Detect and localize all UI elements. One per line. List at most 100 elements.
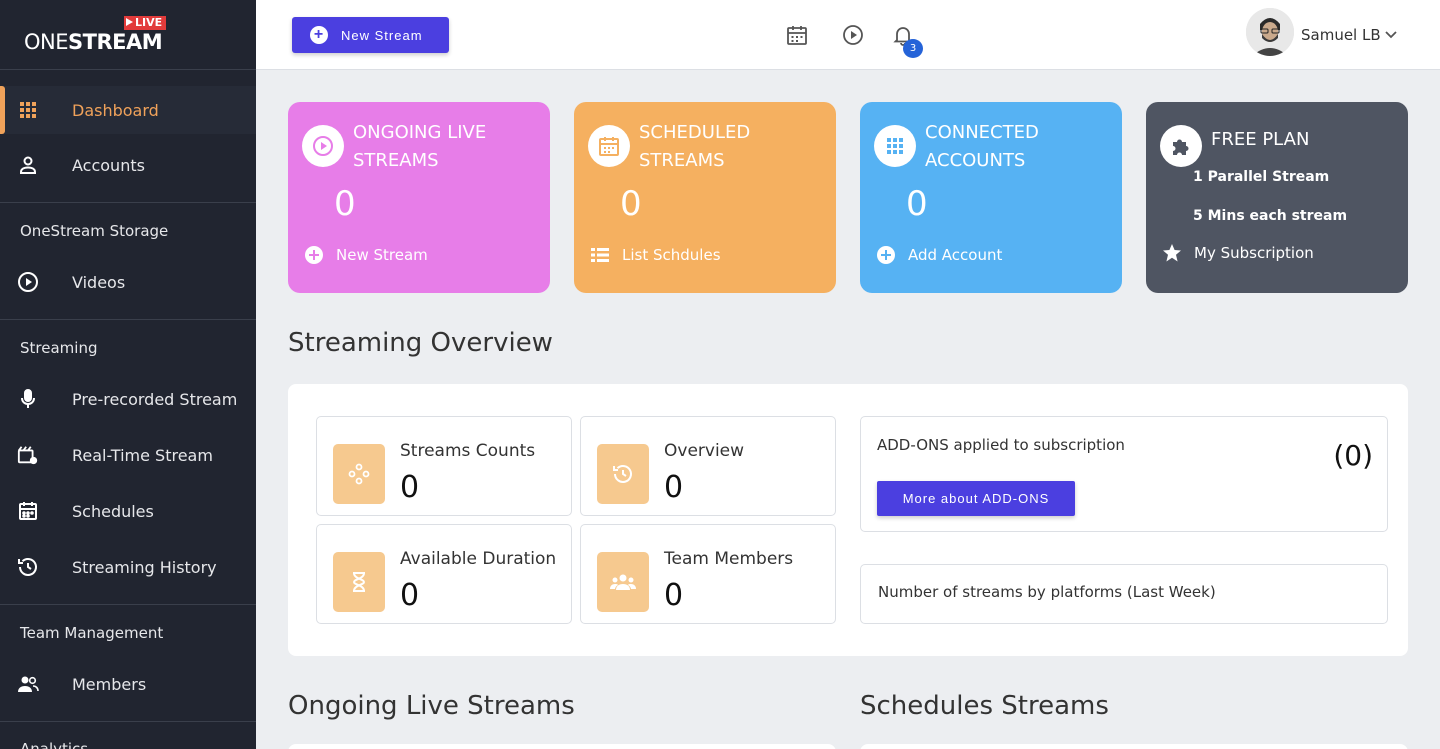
stat-label: Team Members (664, 549, 794, 569)
plan-feature: 5 Mins each stream (1193, 208, 1348, 224)
platforms-panel: Number of streams by platforms (Last Wee… (860, 564, 1388, 624)
more-about-addons-button[interactable]: More about ADD-ONS (877, 481, 1075, 516)
stat-value: 0 (400, 470, 420, 505)
calendar-icon[interactable] (786, 24, 808, 46)
video-settings-icon (17, 444, 39, 466)
plus-circle-icon (304, 245, 324, 265)
sidebar-item-members[interactable]: Members (0, 660, 256, 708)
card-title: CONNECTED ACCOUNTS (925, 122, 1039, 171)
play-circle-icon (17, 271, 39, 293)
free-plan-card: FREE PLAN 1 Parallel Stream 5 Mins each … (1146, 102, 1408, 293)
microphone-icon (17, 388, 39, 410)
sidebar-item-videos[interactable]: Videos (0, 258, 256, 306)
add-account-link[interactable]: Add Account (876, 245, 1002, 265)
logo[interactable]: ONESTREAM LIVE (0, 0, 256, 70)
card-link-label: My Subscription (1194, 244, 1314, 262)
new-stream-button-label: New Stream (341, 27, 423, 43)
stat-overview: Overview 0 (580, 416, 836, 516)
sidebar: ONESTREAM LIVE Dashboard Accounts OneStr… (0, 0, 256, 749)
stat-value: 0 (664, 578, 684, 613)
stat-value: 0 (664, 470, 684, 505)
plus-circle-icon (876, 245, 896, 265)
ongoing-streams-card: ONGOING LIVE STREAMS 0 New Stream (288, 102, 550, 293)
list-schedules-link[interactable]: List Schdules (590, 245, 721, 265)
addons-title: ADD-ONS applied to subscription (877, 436, 1125, 454)
section-title-team: Team Management (20, 624, 164, 642)
sidebar-item-label: Accounts (72, 155, 145, 175)
sidebar-item-schedules[interactable]: Schedules (0, 487, 256, 535)
user-name[interactable]: Samuel LB (1301, 26, 1381, 44)
ongoing-live-streams-heading: Ongoing Live Streams (288, 691, 575, 721)
scheduled-streams-card: SCHEDULED STREAMS 0 List Schdules (574, 102, 836, 293)
stat-value: 0 (400, 578, 420, 613)
my-subscription-link[interactable]: My Subscription (1162, 243, 1314, 263)
card-link-label: New Stream (336, 246, 428, 264)
logo-wordmark: ONESTREAM (24, 30, 163, 54)
sidebar-item-prerecorded-stream[interactable]: Pre-recorded Stream (0, 375, 256, 423)
list-icon (590, 245, 610, 265)
plan-feature: 1 Parallel Stream (1193, 169, 1330, 185)
users-icon (597, 552, 649, 612)
card-value: 0 (906, 184, 928, 224)
card-title: SCHEDULED STREAMS (639, 122, 751, 171)
avatar[interactable] (1246, 8, 1294, 56)
schedules-streams-panel (860, 744, 1408, 749)
play-circle-icon (302, 125, 344, 167)
sidebar-item-dashboard[interactable]: Dashboard (0, 86, 256, 134)
card-value: 0 (620, 184, 642, 224)
grid-icon (874, 125, 916, 167)
sidebar-item-label: Streaming History (72, 557, 217, 577)
star-icon (1162, 243, 1182, 263)
card-title: FREE PLAN (1211, 129, 1310, 150)
addons-count: (0) (1333, 439, 1373, 472)
logo-live-badge: LIVE (124, 16, 167, 30)
card-link-label: Add Account (908, 246, 1003, 264)
stat-streams-counts: Streams Counts 0 (316, 416, 572, 516)
puzzle-icon (1160, 125, 1202, 167)
sidebar-item-label: Dashboard (72, 100, 159, 120)
calendar-icon (17, 500, 39, 522)
divider (0, 319, 256, 320)
schedules-streams-heading: Schedules Streams (860, 691, 1109, 721)
stat-label: Overview (664, 441, 745, 461)
card-value: 0 (334, 184, 356, 224)
section-title-storage: OneStream Storage (20, 222, 169, 240)
sidebar-item-label: Members (72, 674, 147, 694)
sidebar-item-streaming-history[interactable]: Streaming History (0, 543, 256, 591)
card-link-label: List Schdules (622, 246, 721, 264)
stat-label: Streams Counts (400, 441, 536, 461)
topbar: + New Stream 3 Samuel LB (256, 0, 1440, 70)
streams-icon (333, 444, 385, 504)
sidebar-item-label: Pre-recorded Stream (72, 389, 238, 409)
streaming-overview-heading: Streaming Overview (288, 328, 553, 358)
sidebar-item-accounts[interactable]: Accounts (0, 141, 256, 189)
sidebar-item-label: Real-Time Stream (72, 445, 213, 465)
sidebar-item-label: Videos (72, 272, 126, 292)
new-stream-button[interactable]: + New Stream (292, 17, 449, 53)
grid-icon (17, 99, 39, 121)
new-stream-link[interactable]: New Stream (304, 245, 428, 265)
section-title-analytics: Analytics (20, 740, 89, 749)
addons-panel: ADD-ONS applied to subscription (0) More… (860, 416, 1388, 532)
sidebar-item-realtime-stream[interactable]: Real-Time Stream (0, 431, 256, 479)
chevron-down-icon[interactable] (1384, 27, 1398, 46)
plus-icon: + (310, 26, 328, 44)
notification-badge: 3 (903, 39, 923, 58)
streaming-overview-panel: Streams Counts 0 Overview 0 Available Du… (288, 384, 1408, 656)
ongoing-streams-panel (288, 744, 836, 749)
section-title-streaming: Streaming (20, 339, 98, 357)
calendar-icon (588, 125, 630, 167)
platforms-title: Number of streams by platforms (Last Wee… (878, 583, 1216, 601)
divider (0, 604, 256, 605)
users-icon (17, 673, 39, 695)
divider (0, 721, 256, 722)
connected-accounts-card: CONNECTED ACCOUNTS 0 Add Account (860, 102, 1122, 293)
play-circle-icon[interactable] (842, 24, 864, 46)
stat-label: Available Duration (400, 549, 557, 569)
user-icon (17, 154, 39, 176)
stat-available-duration: Available Duration 0 (316, 524, 572, 624)
card-title: ONGOING LIVE STREAMS (353, 122, 487, 171)
sidebar-item-label: Schedules (72, 501, 154, 521)
history-icon (597, 444, 649, 504)
stat-team-members: Team Members 0 (580, 524, 836, 624)
